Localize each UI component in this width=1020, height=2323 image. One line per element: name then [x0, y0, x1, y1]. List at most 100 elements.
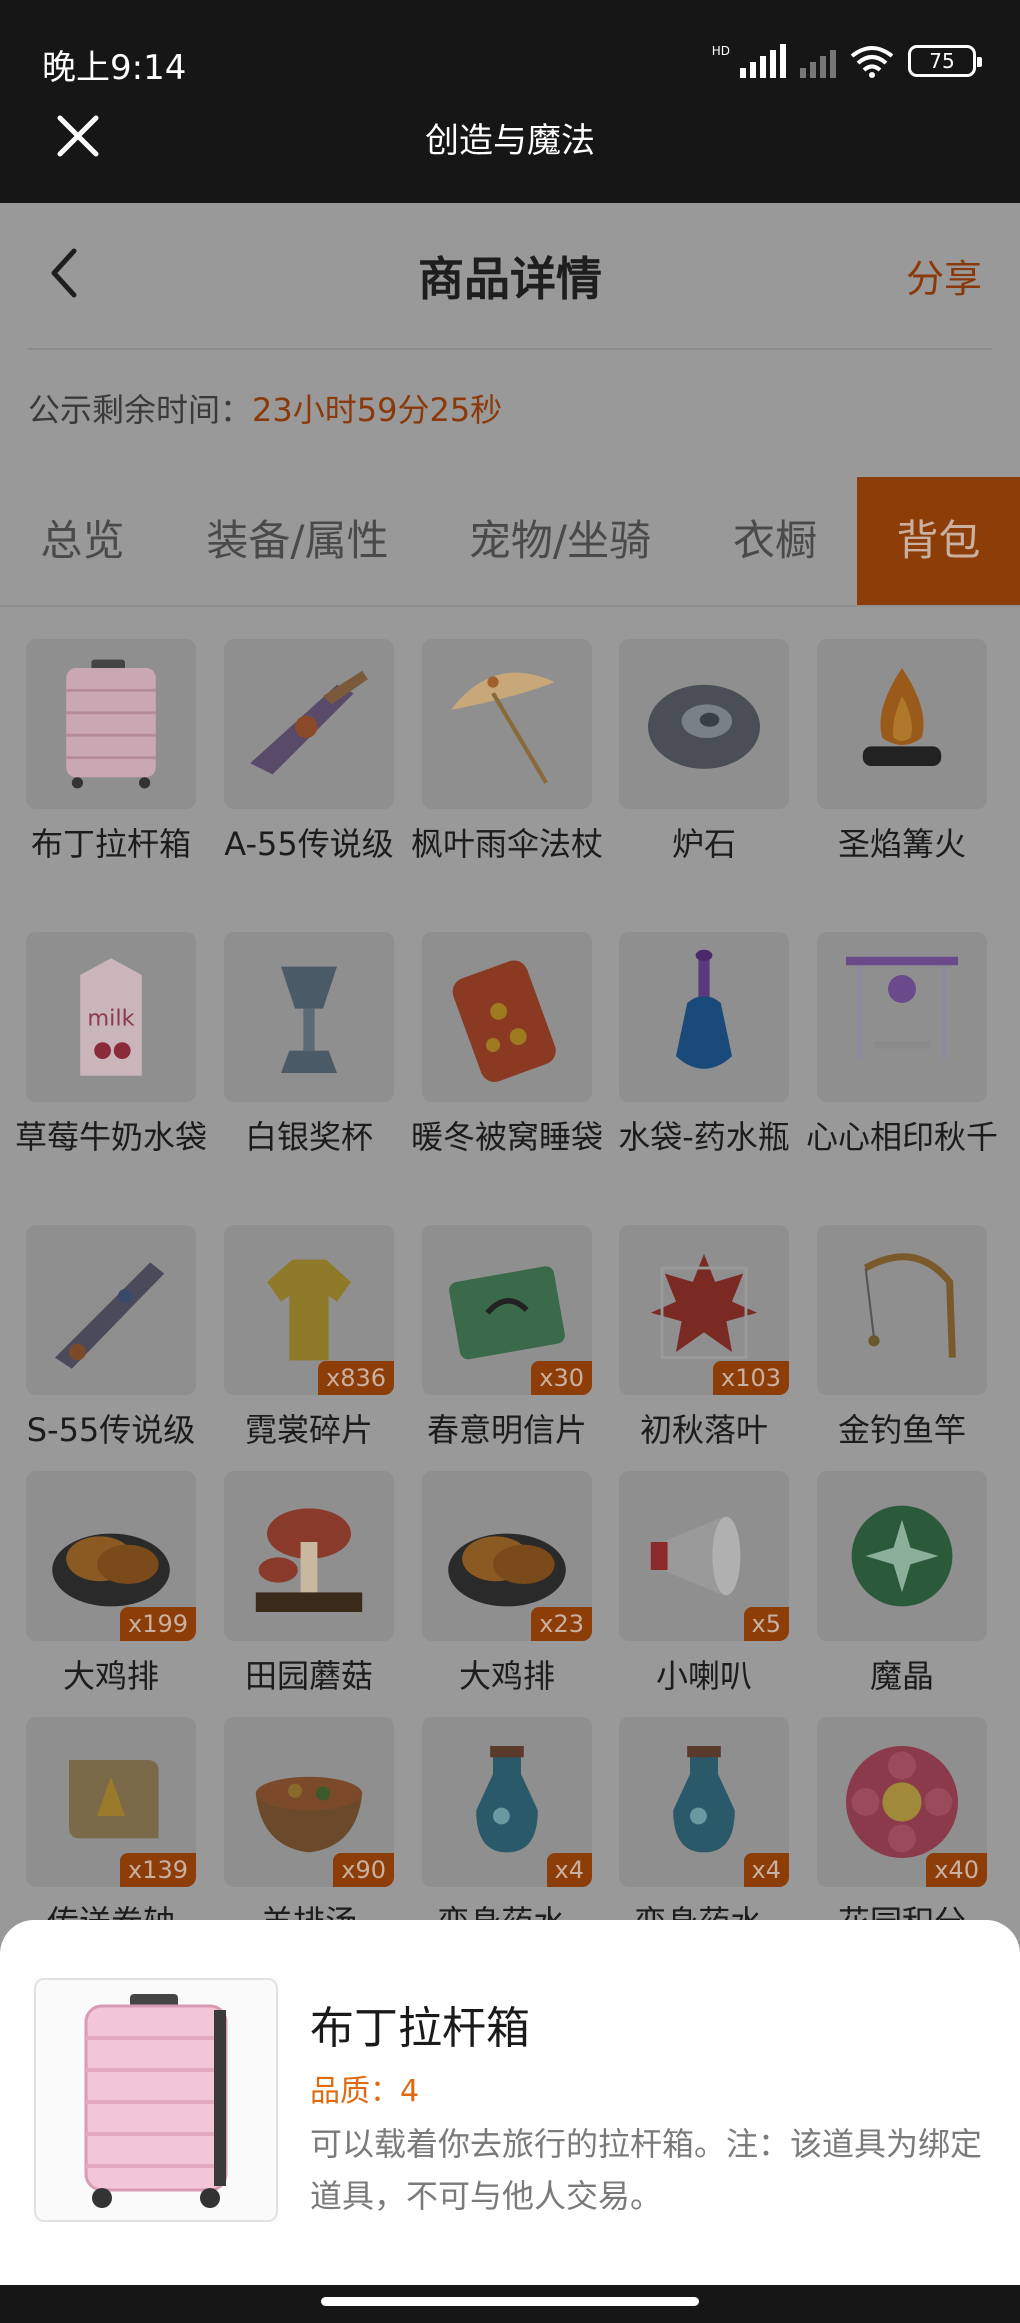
inventory-item-thumb: x4: [619, 1717, 789, 1887]
inventory-item[interactable]: 布丁拉杆箱: [12, 639, 210, 867]
signal-icon: [740, 44, 786, 78]
chicken-cutlet-icon: [448, 1533, 566, 1607]
inventory-grid: 布丁拉杆箱 A-55传说级 枫叶雨伞法杖 炉石 圣焰篝火 milk 草莓牛奶水袋 白银奖杯 暖冬…: [0, 607, 1020, 2127]
tab-overview[interactable]: 总览: [0, 477, 165, 605]
inventory-item-thumb: [422, 932, 592, 1102]
inventory-item-thumb: x40: [817, 1717, 987, 1887]
inventory-item[interactable]: x40花园积分: [803, 1717, 1001, 1945]
inventory-item[interactable]: x5 小喇叭: [605, 1471, 803, 1699]
battery-level: 75: [929, 49, 955, 73]
soup-bowl-icon: [255, 1776, 363, 1853]
quantity-badge: x90: [333, 1853, 394, 1887]
inventory-item[interactable]: 炉石: [605, 639, 803, 867]
inventory-item-thumb: [619, 932, 789, 1102]
inventory-item[interactable]: x23 大鸡排: [408, 1471, 606, 1699]
tab-wardrobe[interactable]: 衣橱: [710, 477, 840, 605]
inventory-item-name: A-55传说级: [224, 825, 394, 863]
quantity-badge: x103: [712, 1361, 789, 1395]
inventory-item-name: 霓裳碎片: [244, 1411, 373, 1449]
inventory-item[interactable]: x4变身药水-: [605, 1717, 803, 1945]
inventory-item-thumb: x90: [224, 1717, 394, 1887]
svg-text:milk: milk: [87, 1005, 134, 1031]
inventory-item-thumb: [26, 1225, 196, 1395]
inventory-item[interactable]: S-55传说级: [12, 1225, 210, 1453]
potion-icon: [476, 1746, 538, 1853]
milk-carton-icon: milk: [80, 958, 142, 1076]
inventory-item-thumb: [224, 932, 394, 1102]
inventory-item[interactable]: 魔晶: [803, 1471, 1001, 1699]
inventory-item[interactable]: 白银奖杯: [210, 932, 408, 1160]
home-indicator[interactable]: [321, 2297, 699, 2306]
trophy-icon: [281, 966, 337, 1073]
inventory-item-name: 初秋落叶: [639, 1411, 768, 1449]
inventory-item-thumb: [422, 639, 592, 809]
inventory-item[interactable]: x836 霓裳碎片: [210, 1225, 408, 1453]
bonfire-icon: [862, 668, 942, 766]
tab-backpack[interactable]: 背包: [857, 477, 1020, 605]
quantity-badge: x836: [317, 1361, 394, 1395]
potion-icon: [673, 1746, 735, 1853]
inventory-item[interactable]: x103 初秋落叶: [605, 1225, 803, 1453]
inventory-item-name: 暖冬被窝睡袋: [410, 1118, 603, 1156]
app-title: 创造与魔法: [425, 121, 595, 161]
inventory-item[interactable]: A-55传说级: [210, 639, 408, 867]
chicken-cutlet-icon: [52, 1533, 170, 1607]
sleeping-bag-icon: [452, 960, 556, 1082]
tab-equipment[interactable]: 装备/属性: [190, 477, 405, 605]
inventory-item[interactable]: 暖冬被窝睡袋: [408, 932, 606, 1160]
quantity-badge: x5: [743, 1607, 789, 1641]
inventory-item-name: 大鸡排: [62, 1657, 159, 1695]
inventory-item-thumb: [224, 639, 394, 809]
inventory-item[interactable]: x139传送卷轴: [12, 1717, 210, 1945]
inventory-item[interactable]: x4变身药水-: [408, 1717, 606, 1945]
page-title: 商品详情: [418, 252, 602, 306]
hd-label: HD: [711, 44, 730, 58]
countdown-timer: 公示剩余时间：23小时59分25秒: [28, 385, 502, 431]
share-button[interactable]: 分享: [906, 248, 982, 303]
inventory-item[interactable]: 田园蘑菇: [210, 1471, 408, 1699]
inventory-item[interactable]: x90羊排汤: [210, 1717, 408, 1945]
nav-bar: 商品详情 分享: [0, 203, 1020, 348]
potion-bottle-icon: [676, 949, 732, 1069]
quantity-badge: x30: [531, 1361, 592, 1395]
magic-crystal-icon: [851, 1505, 953, 1607]
tab-pets[interactable]: 宠物/坐骑: [450, 477, 670, 605]
inventory-item-name: 金钓鱼竿: [837, 1411, 966, 1449]
inventory-item-thumb: x30: [422, 1225, 592, 1395]
inventory-item-name: S-55传说级: [26, 1411, 196, 1449]
inventory-item[interactable]: x30 春意明信片: [408, 1225, 606, 1453]
rifle-icon: [250, 670, 368, 775]
item-detail-description: 可以载着你去旅行的拉杆箱。注：该道具为绑定道具，不可与他人交易。: [310, 2125, 983, 2215]
inventory-item-name: 魔晶: [869, 1657, 934, 1695]
inventory-item[interactable]: 枫叶雨伞法杖: [408, 639, 606, 867]
megaphone-icon: [650, 1516, 741, 1596]
inventory-item-thumb: x199: [26, 1471, 196, 1641]
inventory-item[interactable]: 圣焰篝火: [803, 639, 1001, 867]
inventory-item-thumb: [817, 1471, 987, 1641]
inventory-item[interactable]: 金钓鱼竿: [803, 1225, 1001, 1453]
inventory-item-thumb: x103: [619, 1225, 789, 1395]
inventory-item-name: 小喇叭: [655, 1657, 752, 1695]
mushroom-icon: [255, 1508, 363, 1612]
item-detail-image: [34, 1978, 278, 2222]
flower-token-icon: [846, 1746, 958, 1858]
inventory-item-name: 大鸡排: [458, 1657, 555, 1695]
battery-icon: 75: [908, 45, 982, 77]
quantity-badge: x4: [546, 1853, 592, 1887]
quantity-badge: x40: [926, 1853, 987, 1887]
status-time: 晚上9:14: [42, 48, 187, 88]
item-detail-sheet: 布丁拉杆箱 品质：4 可以载着你去旅行的拉杆箱。注：该道具为绑定道具，不可与他人…: [0, 1920, 1020, 2285]
suitcase-icon: [66, 659, 156, 789]
top-bar: 晚上9:14 HD 75 创造与魔法: [0, 0, 1020, 203]
inventory-item[interactable]: 水袋-药水瓶: [605, 932, 803, 1160]
inventory-item[interactable]: milk 草莓牛奶水袋: [12, 932, 210, 1160]
inventory-item-thumb: x4: [422, 1717, 592, 1887]
suitcase-icon: [84, 1994, 228, 2208]
inventory-item[interactable]: x199 大鸡排: [12, 1471, 210, 1699]
timer-value: 23小时59分25秒: [252, 391, 503, 429]
quantity-badge: x23: [531, 1607, 592, 1641]
inventory-item[interactable]: 心心相印秋千: [803, 932, 1001, 1160]
tab-bar: 总览 装备/属性 宠物/坐骑 衣橱 背包: [0, 477, 1020, 605]
inventory-item-thumb: [817, 639, 987, 809]
swing-icon: [846, 956, 958, 1059]
